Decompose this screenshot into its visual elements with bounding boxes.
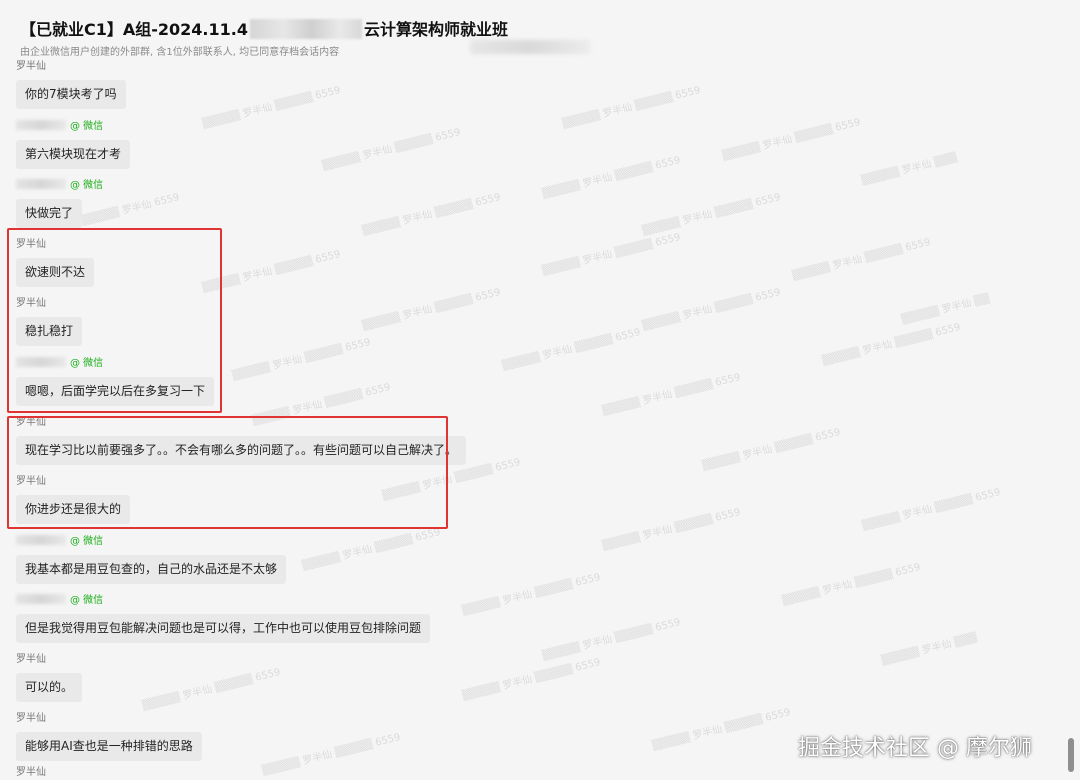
message-item: @ 微信 快做完了 — [16, 179, 103, 228]
watermark-text: ▒▒▒▒▒ 罗半仙 ▒▒▒▒▒ 6559 — [561, 84, 702, 130]
watermark-text: ▒▒▒▒▒ 罗半仙 ▒▒▒ — [880, 632, 979, 667]
message-sender: @ 微信 — [16, 120, 130, 134]
chat-window: 【已就业C1】A组-2024.11.4 云计算架构师就业班 由企业微信用户创建的外… — [0, 0, 1080, 779]
message-bubble[interactable]: 快做完了 — [16, 199, 83, 228]
redacted-sender-name — [16, 594, 66, 604]
watermark-text: ▒▒▒▒▒ 罗半仙 ▒▒▒▒▒ 6559 — [791, 236, 932, 282]
watermark-text: ▒▒▒▒▒ 罗半仙 ▒▒▒▒▒ 6559 — [301, 526, 442, 572]
watermark-text: ▒▒▒▒▒ 罗半仙 ▒▒▒▒▒ 6559 — [231, 336, 372, 382]
message-item: @ 微信 我基本都是用豆包查的，自己的水品还是不太够 — [16, 535, 287, 584]
wechat-tag: @ 微信 — [70, 180, 104, 191]
watermark-text: ▒▒▒▒▒ 罗半仙 ▒▒▒▒▒ 6559 — [141, 666, 282, 712]
message-sender: 罗半仙 — [16, 654, 46, 665]
watermark-text: ▒▒▒▒▒ 罗半仙 ▒▒▒▒▒ 6559 — [601, 371, 742, 417]
watermark-text: ▒▒▒▒▒ 罗半仙 ▒▒▒▒▒ 6559 — [641, 191, 782, 237]
redacted-sender-name — [16, 535, 66, 545]
group-subtitle: 由企业微信用户创建的外部群, 含1位外部联系人, 均已同意存档会话内容 — [20, 47, 340, 58]
wechat-tag: @ 微信 — [70, 536, 104, 547]
message-bubble[interactable]: 但是我觉得用豆包能解决问题也是可以得，工作中也可以使用豆包排除问题 — [16, 614, 431, 643]
watermark-text: ▒▒▒▒▒ 罗半仙 ▒▒▒▒▒ 6559 — [781, 561, 922, 607]
group-title-suffix: 云计算架构师就业班 — [364, 20, 509, 39]
watermark-text: ▒▒▒▒▒ 罗半仙 ▒▒▒▒▒ 6559 — [701, 426, 842, 472]
watermark-text: ▒▒▒▒▒ 罗半仙 ▒▒▒▒▒ 6559 — [541, 154, 682, 200]
watermark-text: ▒▒▒▒▒ 罗半仙 ▒▒▒▒▒ 6559 — [651, 706, 792, 752]
message-bubble[interactable]: 你的7模块考了吗 — [16, 80, 126, 109]
watermark-text: ▒▒▒▒▒ 罗半仙 ▒▒▒▒▒ 6559 — [541, 231, 682, 277]
message-item: @ 微信 第六模块现在才考 — [16, 120, 131, 169]
watermark-text: ▒▒▒▒▒ 罗半仙 ▒▒▒▒▒ 6559 — [361, 286, 502, 332]
redacted-title-part — [250, 19, 362, 39]
highlight-box — [7, 416, 448, 529]
watermark-text: ▒▒▒▒▒ 罗半仙 ▒▒▒▒▒ 6559 — [261, 731, 402, 777]
redacted-sender-name — [16, 179, 66, 189]
message-bubble[interactable]: 第六模块现在才考 — [16, 140, 131, 169]
watermark-text: ▒▒▒▒▒ 罗半仙 ▒▒▒▒▒ 6559 — [641, 286, 782, 332]
group-title-prefix: 【已就业C1】A组-2024.11.4 — [20, 20, 248, 39]
watermark-text: ▒▒▒▒▒ 罗半仙 ▒▒▒ — [860, 152, 959, 187]
message-sender: 罗半仙 — [16, 713, 46, 724]
wechat-tag: @ 微信 — [70, 121, 104, 132]
watermark-text: ▒▒▒▒▒ 罗半仙 ▒▒▒▒▒ 6559 — [541, 616, 682, 662]
watermark-text: ▒▒▒▒▒ 罗半仙 ▒▒▒▒▒ 6559 — [461, 656, 602, 702]
message-sender: @ 微信 — [16, 535, 286, 549]
watermark-text: ▒▒▒▒▒ 罗半仙 ▒▒▒▒▒ 6559 — [361, 191, 502, 237]
message-item: 罗半仙 — [16, 766, 46, 780]
message-sender: @ 微信 — [16, 179, 103, 193]
highlight-box — [7, 228, 222, 413]
watermark-text: ▒▒▒▒▒ 罗半仙 ▒▒▒▒▒ 6559 — [861, 486, 1002, 532]
watermark-text: ▒▒▒▒▒ 罗半仙 ▒▒▒▒▒ 6559 — [601, 506, 742, 552]
group-title[interactable]: 【已就业C1】A组-2024.11.4 云计算架构师就业班 — [20, 16, 508, 40]
message-item: 罗半仙 能够用AI查也是一种排错的思路 — [16, 712, 202, 761]
chat-header: 【已就业C1】A组-2024.11.4 云计算架构师就业班 由企业微信用户创建的外… — [0, 0, 1080, 62]
watermark-text: ▒▒▒▒▒ 罗半仙 ▒▒▒▒▒ 6559 — [721, 116, 862, 162]
message-bubble[interactable]: 能够用AI查也是一种排错的思路 — [16, 732, 202, 761]
wechat-tag: @ 微信 — [70, 595, 104, 606]
scrollbar-thumb[interactable] — [1068, 738, 1074, 772]
watermark-text: ▒▒▒▒▒ 罗半仙 ▒▒▒▒▒ 6559 — [321, 126, 462, 172]
message-sender: @ 微信 — [16, 594, 430, 608]
message-bubble[interactable]: 可以的。 — [16, 673, 83, 702]
watermark-text: ▒▒▒▒▒ 罗半仙 ▒▒▒▒▒ 6559 — [501, 326, 642, 372]
redacted-subtitle-part — [470, 40, 590, 54]
source-watermark: 掘金技术社区 @ 摩尔狮 — [798, 736, 1032, 761]
message-sender: 罗半仙 — [16, 61, 46, 72]
watermark-text: ▒▒▒▒▒ 罗半仙 ▒▒▒▒▒ 6559 — [821, 321, 962, 367]
message-item: 罗半仙 可以的。 — [16, 653, 83, 702]
watermark-text: ▒▒▒▒▒ 罗半仙 ▒▒ — [900, 293, 991, 326]
watermark-text: ▒▒▒▒▒ 罗半仙 ▒▒▒▒▒ 6559 — [461, 571, 602, 617]
watermark-text: ▒▒▒▒▒ 罗半仙 ▒▒▒▒▒ 6559 — [201, 84, 342, 130]
message-item: 罗半仙 你的7模块考了吗 — [16, 60, 126, 109]
redacted-sender-name — [16, 120, 66, 130]
message-item: @ 微信 但是我觉得用豆包能解决问题也是可以得，工作中也可以使用豆包排除问题 — [16, 594, 431, 643]
message-bubble[interactable]: 我基本都是用豆包查的，自己的水品还是不太够 — [16, 555, 287, 584]
message-sender: 罗半仙 — [16, 767, 46, 778]
